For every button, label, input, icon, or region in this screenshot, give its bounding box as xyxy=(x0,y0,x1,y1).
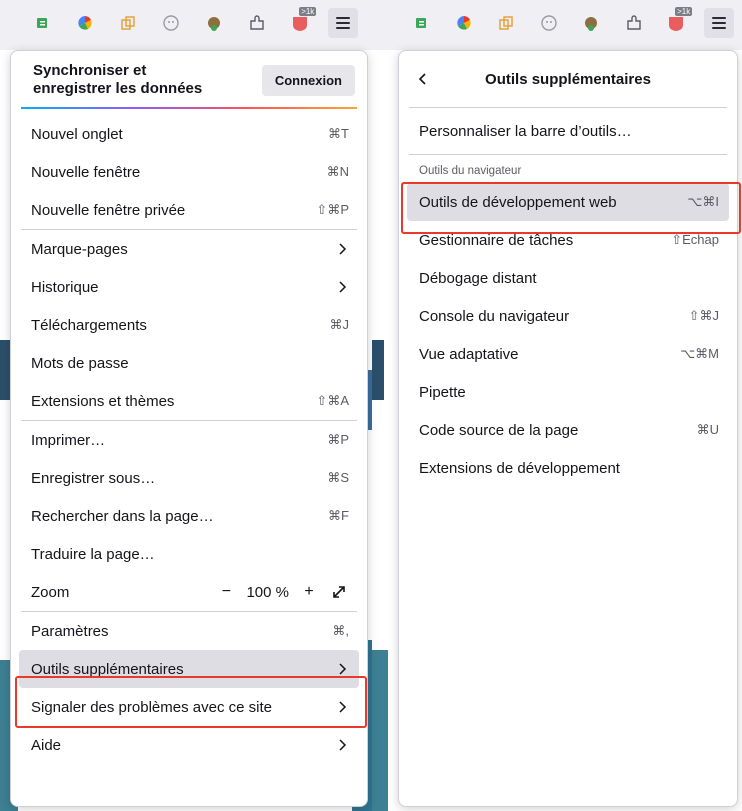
ghost-icon[interactable] xyxy=(157,9,185,37)
submenu-title: Outils supplémentaires xyxy=(485,70,651,88)
menu-item-customize-toolbar[interactable]: Personnaliser la barre d’outils… xyxy=(399,112,737,150)
sync-title-line1: Synchroniser et xyxy=(33,62,147,79)
chevron-right-icon xyxy=(335,242,349,256)
menu-icon[interactable] xyxy=(703,8,734,38)
puzzle-icon[interactable] xyxy=(243,9,271,37)
color-wheel-icon[interactable] xyxy=(450,9,478,37)
zoom-controls: − 100 % + xyxy=(216,582,349,602)
menu-item-task-manager[interactable]: Gestionnaire de tâches ⇧Échap xyxy=(399,221,737,259)
badge-icon[interactable]: >1k xyxy=(662,7,693,37)
bird-icon[interactable] xyxy=(200,9,228,37)
zoom-out-button[interactable]: − xyxy=(216,582,236,602)
sync-title-line2: enregistrer les données xyxy=(33,80,203,97)
chevron-right-icon xyxy=(335,700,349,714)
zoom-in-button[interactable]: + xyxy=(299,582,319,602)
menu-item-extensions-themes[interactable]: Extensions et thèmes ⇧⌘A xyxy=(11,382,367,420)
menu-item-new-window[interactable]: Nouvelle fenêtre ⌘N xyxy=(11,153,367,191)
menu-item-page-source[interactable]: Code source de la page ⌘U xyxy=(399,411,737,449)
extension-e-icon[interactable] xyxy=(28,9,56,37)
extension-e-icon[interactable] xyxy=(407,9,435,37)
copy-icon[interactable] xyxy=(114,9,142,37)
menu-item-save-as[interactable]: Enregistrer sous… ⌘S xyxy=(11,459,367,497)
badge-icon[interactable]: >1k xyxy=(286,7,317,37)
menu-item-more-tools[interactable]: Outils supplémentaires xyxy=(19,650,359,688)
section-label: Outils du navigateur xyxy=(419,165,522,177)
sync-title: Synchroniser et enregistrer les données xyxy=(33,62,262,98)
submenu-header: Outils supplémentaires xyxy=(399,51,737,107)
copy-icon[interactable] xyxy=(492,9,520,37)
menu-item-responsive-design[interactable]: Vue adaptative ⌥⌘M xyxy=(399,335,737,373)
menu-item-report-site-issue[interactable]: Signaler des problèmes avec ce site xyxy=(11,688,367,726)
menu-icon[interactable] xyxy=(328,8,359,38)
menu-item-bookmarks[interactable]: Marque-pages xyxy=(11,230,367,268)
app-menu-panel: Synchroniser et enregistrer les données … xyxy=(10,50,368,807)
sync-gradient-divider xyxy=(21,107,357,109)
zoom-row: Zoom − 100 % + xyxy=(11,573,367,611)
chevron-right-icon xyxy=(335,738,349,752)
menu-item-eyedropper[interactable]: Pipette xyxy=(399,373,737,411)
menu-item-browser-console[interactable]: Console du navigateur ⇧⌘J xyxy=(399,297,737,335)
menu-item-remote-debugging[interactable]: Débogage distant xyxy=(399,259,737,297)
chevron-right-icon xyxy=(335,280,349,294)
puzzle-icon[interactable] xyxy=(620,9,648,37)
menu-item-downloads[interactable]: Téléchargements ⌘J xyxy=(11,306,367,344)
ghost-icon[interactable] xyxy=(535,9,563,37)
toolbar-right: >1k xyxy=(400,0,740,46)
badge-count: >1k xyxy=(675,7,693,16)
menu-item-settings[interactable]: Paramètres ⌘, xyxy=(11,612,367,650)
menu-item-passwords[interactable]: Mots de passe xyxy=(11,344,367,382)
zoom-label: Zoom xyxy=(31,583,70,601)
menu-item-print[interactable]: Imprimer… ⌘P xyxy=(11,421,367,459)
menu-item-dev-extensions[interactable]: Extensions de développement xyxy=(399,449,737,487)
menu-item-web-developer-tools[interactable]: Outils de développement web ⌥⌘I xyxy=(407,183,729,221)
color-wheel-icon[interactable] xyxy=(71,9,99,37)
page-content-fragment xyxy=(372,340,384,400)
toolbar-left: >1k xyxy=(20,0,365,46)
more-tools-panel: Outils supplémentaires Personnaliser la … xyxy=(398,50,738,807)
page-content-fragment xyxy=(372,650,388,811)
menu-item-help[interactable]: Aide xyxy=(11,726,367,764)
connexion-button[interactable]: Connexion xyxy=(261,64,355,96)
fullscreen-icon[interactable] xyxy=(329,582,349,602)
menu-item-history[interactable]: Historique xyxy=(11,268,367,306)
menu-item-new-tab[interactable]: Nouvel onglet ⌘T xyxy=(11,115,367,153)
menu-item-find-in-page[interactable]: Rechercher dans la page… ⌘F xyxy=(11,497,367,535)
badge-count: >1k xyxy=(299,7,317,16)
bird-icon[interactable] xyxy=(577,9,605,37)
back-arrow-icon[interactable] xyxy=(411,67,435,91)
chevron-right-icon xyxy=(335,662,349,676)
menu-item-translate-page[interactable]: Traduire la page… xyxy=(11,535,367,573)
menu-item-new-private-window[interactable]: Nouvelle fenêtre privée ⇧⌘P xyxy=(11,191,367,229)
page-content-fragment xyxy=(0,340,10,400)
sync-section: Synchroniser et enregistrer les données … xyxy=(11,51,367,109)
zoom-value[interactable]: 100 % xyxy=(246,584,289,601)
